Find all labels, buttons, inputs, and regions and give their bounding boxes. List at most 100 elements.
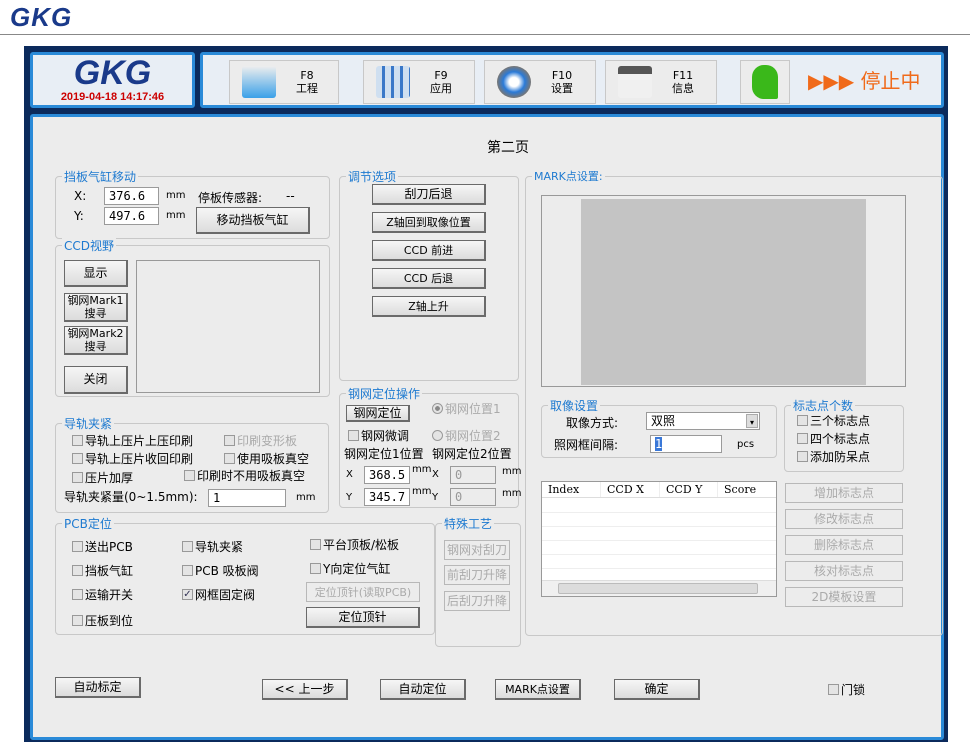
stencil-y2-input[interactable]: 0	[450, 488, 496, 506]
label: 门锁	[841, 683, 866, 697]
y-label: Y:	[74, 209, 84, 223]
special-button[interactable]: 钢网对刮刀	[444, 540, 510, 560]
f9-app-button[interactable]: F9 应用	[363, 60, 475, 104]
interval-label: 照网框间隔:	[554, 438, 619, 452]
auto-calibrate-button[interactable]: 自动标定	[55, 677, 141, 698]
adjust-button[interactable]: Z轴上升	[372, 296, 486, 317]
rail-checkbox[interactable]: 印刷时不用吸板真空	[184, 467, 305, 484]
interval-input[interactable]: 1	[650, 435, 722, 453]
baffle-y-input[interactable]: 497.6	[104, 207, 159, 225]
pcb-checkbox[interactable]: PCB 吸板阀	[182, 562, 259, 579]
mark-count-checkbox[interactable]: 四个标志点	[797, 430, 870, 447]
label: 导轨夹紧	[195, 540, 244, 554]
checkbox-icon	[182, 541, 193, 552]
verify-mark-button[interactable]: 核对标志点	[785, 561, 903, 581]
pcb-checkbox[interactable]: Y向定位气缸	[310, 560, 390, 577]
stencil-x2-input[interactable]: 0	[450, 466, 496, 484]
rail-checkbox[interactable]: 导轨上压片上压印刷	[72, 432, 193, 449]
mode-select[interactable]: 双照 ▾	[646, 412, 760, 430]
mark1-search-button[interactable]: 钢网Mark1 搜寻	[64, 293, 128, 322]
adjust-button[interactable]: Z轴回到取像位置	[372, 212, 486, 233]
adjust-button[interactable]: CCD 后退	[372, 268, 486, 289]
column-header[interactable]: CCD X	[600, 482, 659, 497]
checkbox-icon	[184, 470, 195, 481]
f11-info-button[interactable]: F11 信息	[605, 60, 717, 104]
scrollbar-thumb[interactable]	[558, 583, 758, 594]
mark-settings-button[interactable]: MARK点设置	[495, 679, 581, 700]
ccd-show-button[interactable]: 显示	[64, 260, 128, 287]
template-2d-button[interactable]: 2D模板设置	[785, 587, 903, 607]
x-label: X:	[74, 189, 87, 203]
stencil-pos2-radio[interactable]: 钢网位置2	[432, 427, 501, 444]
horizontal-scrollbar[interactable]	[542, 580, 776, 596]
rail-checkbox[interactable]: 导轨上压片收回印刷	[72, 450, 193, 467]
mark-count-checkbox[interactable]: 添加防呆点	[797, 448, 870, 465]
pcb-checkbox[interactable]: 送出PCB	[72, 538, 133, 555]
move-baffle-button[interactable]: 移动挡板气缸	[196, 207, 310, 234]
header-logo: GKG	[10, 2, 73, 32]
auto-locate-button[interactable]: 自动定位	[380, 679, 466, 700]
column-header[interactable]: Score	[717, 482, 775, 497]
stencil-locate-button[interactable]: 钢网定位	[346, 405, 410, 422]
return-button[interactable]	[740, 60, 790, 104]
special-button[interactable]: 后刮刀升降	[444, 591, 510, 611]
pcb-checkbox[interactable]: ✓ 网框固定阀	[182, 586, 255, 603]
pcb-checkbox[interactable]: 导轨夹紧	[182, 538, 243, 555]
ccd-close-button[interactable]: 关闭	[64, 366, 128, 394]
mode-label: 取像方式:	[566, 416, 619, 430]
mark-table[interactable]: Index CCD X CCD Y Score	[541, 481, 777, 597]
checkbox-icon	[72, 615, 83, 626]
rail-checkbox[interactable]: 印刷变形板	[224, 432, 297, 449]
edit-mark-button[interactable]: 修改标志点	[785, 509, 903, 529]
rail-checkbox[interactable]: 压片加厚	[72, 469, 133, 486]
group-title: 导轨夹紧	[62, 415, 115, 432]
special-button[interactable]: 前刮刀升降	[444, 565, 510, 585]
checkbox-icon	[797, 451, 808, 462]
rail-checkbox[interactable]: 使用吸板真空	[224, 450, 309, 467]
special-group: 特殊工艺 钢网对刮刀 前刮刀升降 后刮刀升降	[435, 515, 521, 647]
add-mark-button[interactable]: 增加标志点	[785, 483, 903, 503]
adjust-button[interactable]: 刮刀后退	[372, 184, 486, 205]
pcb-checkbox[interactable]: 挡板气缸	[72, 562, 133, 579]
pos1-title: 钢网定位1位置	[344, 447, 424, 461]
pcb-checkbox[interactable]: 压板到位	[72, 612, 133, 629]
f10-settings-button[interactable]: F10 设置	[484, 60, 596, 104]
unit: mm	[502, 466, 522, 477]
datetime: 2019-04-18 14:17:46	[60, 91, 165, 103]
checkbox-icon	[72, 472, 83, 483]
delete-mark-button[interactable]: 删除标志点	[785, 535, 903, 555]
clamp-input[interactable]: 1	[208, 489, 286, 507]
mark-count-checkbox[interactable]: 三个标志点	[797, 412, 870, 429]
pin-read-button[interactable]: 定位顶针(读取PCB)	[306, 582, 420, 602]
pin-button[interactable]: 定位顶针	[306, 607, 420, 628]
confirm-button[interactable]: 确定	[614, 679, 700, 700]
stencil-fine-checkbox[interactable]: 钢网微调	[348, 427, 409, 444]
label: 搜寻	[84, 340, 107, 353]
x-label: X	[346, 469, 353, 480]
label: 印刷变形板	[237, 434, 298, 448]
baffle-x-input[interactable]: 376.6	[104, 187, 159, 205]
f8-project-button[interactable]: F8 工程	[229, 60, 339, 104]
pcb-checkbox[interactable]: 平台顶板/松板	[310, 536, 399, 553]
label: PCB 吸板阀	[195, 564, 259, 578]
adjust-button[interactable]: CCD 前进	[372, 240, 486, 261]
column-header[interactable]: CCD Y	[659, 482, 717, 497]
prev-step-button[interactable]: << 上一步	[262, 679, 348, 700]
key-label: F10	[551, 69, 573, 82]
group-title: CCD视野	[62, 237, 116, 254]
chevron-down-icon[interactable]: ▾	[746, 414, 758, 428]
mark2-search-button[interactable]: 钢网Mark2 搜寻	[64, 326, 128, 355]
column-header[interactable]: Index	[542, 482, 600, 497]
checkbox-icon	[72, 453, 83, 464]
pcb-group: PCB定位 送出PCB 导轨夹紧 平台顶板/松板 挡板气缸 PCB 吸板阀 Y向…	[55, 515, 435, 635]
label: 钢网Mark2	[67, 327, 124, 340]
stencil-y1-input[interactable]: 345.7	[364, 488, 410, 506]
checkbox-icon	[224, 435, 235, 446]
radio-icon	[432, 403, 443, 414]
door-lock-checkbox[interactable]: 门锁	[828, 681, 865, 698]
pos2-title: 钢网定位2位置	[432, 447, 512, 461]
main-panel: 第二页 挡板气缸移动 X: 376.6 mm Y: 497.6 mm 停板传感器…	[30, 114, 944, 740]
stencil-pos1-radio[interactable]: 钢网位置1	[432, 400, 501, 417]
pcb-checkbox[interactable]: 运输开关	[72, 586, 133, 603]
stencil-x1-input[interactable]: 368.5	[364, 466, 410, 484]
